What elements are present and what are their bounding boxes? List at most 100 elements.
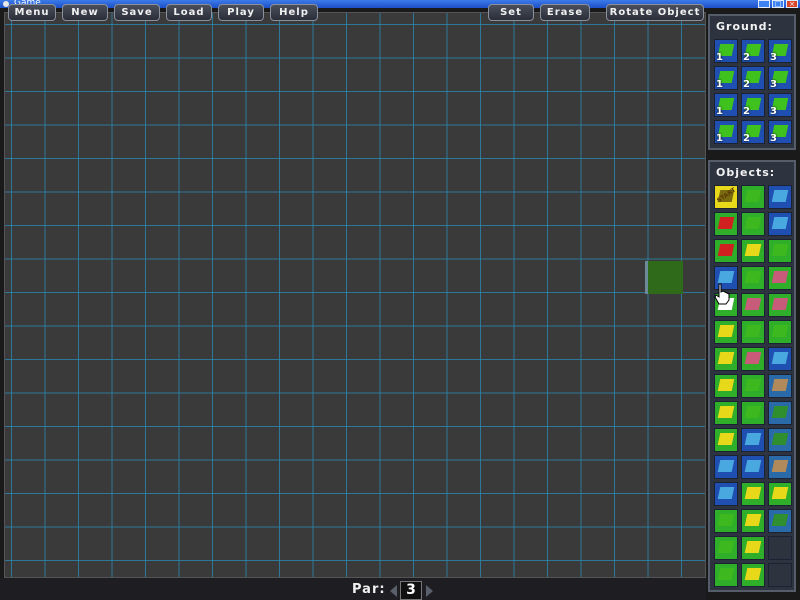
bush-icon[interactable] — [768, 509, 792, 533]
hole-ground-icon[interactable]: 3 — [768, 120, 792, 144]
ground-tile-number: 1 — [716, 79, 723, 90]
objects-tile-shape — [717, 325, 735, 337]
ground-tile-number: 3 — [770, 133, 777, 144]
ground-tile-number: 2 — [743, 106, 750, 117]
objects-panel: Objects: START — [708, 160, 796, 592]
blue-hole-icon[interactable] — [768, 185, 792, 209]
objects-empty-slot — [768, 563, 792, 587]
pink-rail-icon[interactable] — [768, 266, 792, 290]
blue-block-icon[interactable] — [714, 482, 738, 506]
yellow-stack-icon[interactable] — [741, 509, 765, 533]
green-block-icon[interactable] — [741, 401, 765, 425]
objects-tile-shape — [771, 379, 789, 391]
yellow-wall-icon[interactable] — [741, 482, 765, 506]
green-diagonal-icon[interactable] — [741, 320, 765, 344]
objects-tile-shape — [744, 433, 762, 445]
set-button[interactable]: Set — [488, 4, 534, 21]
objects-tile-shape — [744, 298, 762, 310]
yellow-splat-icon[interactable] — [741, 563, 765, 587]
new-button[interactable]: New — [62, 4, 108, 21]
placed-ground-tile[interactable] — [645, 261, 683, 294]
flat-green-ground-icon[interactable]: 1 — [714, 66, 738, 90]
yellow-hump-icon[interactable] — [714, 428, 738, 452]
ground-tile-number: 3 — [770, 52, 777, 63]
erase-button[interactable]: Erase — [540, 4, 590, 21]
blue-ramp-icon[interactable] — [741, 455, 765, 479]
help-button[interactable]: Help — [270, 4, 318, 21]
objects-tile-shape — [744, 190, 762, 202]
green-wall-icon[interactable] — [741, 212, 765, 236]
hole-ground-icon[interactable]: 2 — [741, 120, 765, 144]
rotate-object-button[interactable]: Rotate Object — [606, 4, 704, 21]
yellow-ramp-small-icon[interactable] — [714, 401, 738, 425]
rock-pile-icon[interactable] — [768, 374, 792, 398]
ramp-ground-icon[interactable]: 2 — [741, 93, 765, 117]
objects-tile-shape — [771, 514, 789, 526]
green-corner-icon[interactable] — [741, 185, 765, 209]
menu-button[interactable]: Menu — [8, 4, 56, 21]
green-end-icon[interactable] — [714, 563, 738, 587]
yellow-block-icon[interactable] — [741, 239, 765, 263]
green-slope-icon[interactable] — [714, 536, 738, 560]
slope-ground-icon[interactable]: 2 — [741, 66, 765, 90]
blue-bridge-icon[interactable] — [714, 455, 738, 479]
flat-green-ground-icon[interactable]: 3 — [768, 39, 792, 63]
objects-tile-shape — [771, 352, 789, 364]
hole-ground-icon[interactable]: 1 — [714, 120, 738, 144]
red-flag-icon[interactable] — [714, 239, 738, 263]
ground-tile-number: 2 — [743, 79, 750, 90]
ground-tile-number: 3 — [770, 79, 777, 90]
pink-slope-icon[interactable] — [768, 293, 792, 317]
blue-panel-icon[interactable] — [741, 428, 765, 452]
red-flag-ramp-icon[interactable] — [714, 212, 738, 236]
objects-tile-shape — [771, 406, 789, 418]
objects-tile-shape — [717, 568, 735, 580]
slope-ground-icon[interactable]: 3 — [768, 66, 792, 90]
objects-tile-shape — [744, 352, 762, 364]
objects-tile-shape — [717, 541, 735, 553]
objects-tile-shape — [744, 406, 762, 418]
tree-icon[interactable] — [768, 401, 792, 425]
course-grid[interactable] — [4, 12, 706, 578]
green-ramp-icon[interactable] — [768, 239, 792, 263]
objects-tile-shape — [771, 271, 789, 283]
yellow-mound-icon[interactable] — [714, 374, 738, 398]
blue-arrow-icon[interactable] — [768, 347, 792, 371]
maximize-button[interactable]: □ — [772, 0, 784, 8]
green-square-icon[interactable] — [768, 320, 792, 344]
play-button[interactable]: Play — [218, 4, 264, 21]
boulder-icon[interactable] — [768, 455, 792, 479]
par-decrease-arrow-icon[interactable] — [390, 585, 397, 597]
green-curve-icon[interactable] — [741, 266, 765, 290]
start-tile-icon[interactable]: START — [714, 185, 738, 209]
blue-wall-icon[interactable] — [768, 212, 792, 236]
pink-ramp-icon[interactable] — [741, 347, 765, 371]
flower-icon[interactable] — [768, 428, 792, 452]
objects-tile-shape — [771, 217, 789, 229]
objects-tile-shape — [717, 433, 735, 445]
close-button[interactable]: × — [786, 0, 798, 8]
flat-green-ground-icon[interactable]: 1 — [714, 39, 738, 63]
yellow-cluster-icon[interactable] — [768, 482, 792, 506]
yellow-rail-icon[interactable] — [714, 347, 738, 371]
minimize-button[interactable]: _ — [758, 0, 770, 8]
yellow-star-icon[interactable] — [741, 536, 765, 560]
pink-tile-icon[interactable] — [741, 293, 765, 317]
objects-tile-shape — [744, 244, 762, 256]
ramp-ground-icon[interactable]: 3 — [768, 93, 792, 117]
objects-tile-shape — [771, 298, 789, 310]
green-diamond-icon[interactable] — [741, 374, 765, 398]
pointer-hand-cursor-icon — [714, 283, 730, 305]
load-button[interactable]: Load — [166, 4, 212, 21]
green-rail-icon[interactable] — [714, 509, 738, 533]
yellow-ramp-icon[interactable] — [714, 320, 738, 344]
ground-tile-grid: 1 2 3 1 2 3 1 2 3 1 2 3 — [710, 36, 794, 144]
objects-tile-shape — [717, 406, 735, 418]
save-button[interactable]: Save — [114, 4, 160, 21]
objects-tile-shape — [771, 325, 789, 337]
ground-tile-number: 1 — [716, 106, 723, 117]
par-increase-arrow-icon[interactable] — [426, 585, 433, 597]
ramp-ground-icon[interactable]: 1 — [714, 93, 738, 117]
flat-green-ground-icon[interactable]: 2 — [741, 39, 765, 63]
ground-panel: Ground: 1 2 3 1 2 3 1 2 3 1 2 3 — [708, 14, 796, 150]
